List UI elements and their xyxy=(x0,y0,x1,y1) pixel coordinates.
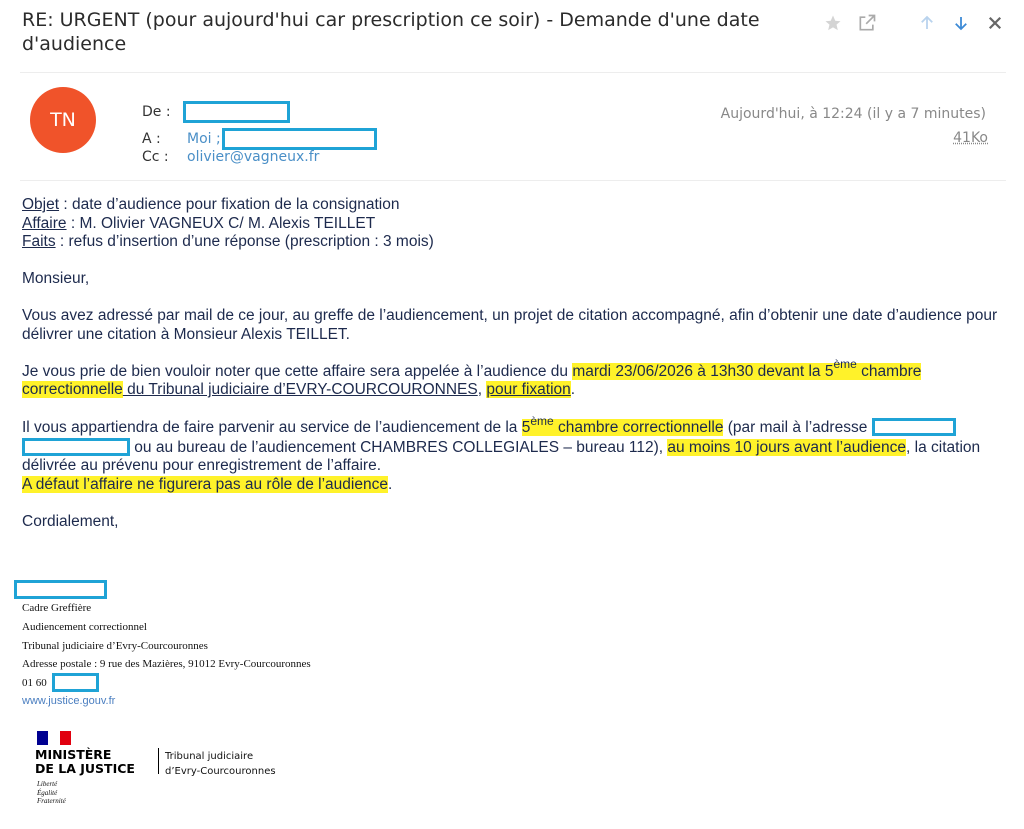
motto-egalite: Égalité xyxy=(37,788,58,797)
to-label: A : xyxy=(142,131,161,147)
p3-text-b: (par mail à l’adresse xyxy=(723,419,872,436)
redacted-recipient xyxy=(222,128,377,150)
greeting: Monsieur, xyxy=(22,270,90,287)
motto-liberte: Liberté xyxy=(37,780,58,788)
email-size[interactable]: 41Ko xyxy=(953,130,988,146)
paragraph-3: Il vous appartiendra de faire parvenir a… xyxy=(22,415,1007,476)
affaire-label: Affaire xyxy=(22,214,67,232)
redacted-sender xyxy=(183,101,290,123)
objet-line: Objet : date d’audience pour fixation de… xyxy=(22,196,1007,215)
header-divider xyxy=(20,72,1006,73)
p2-sup: ème xyxy=(833,357,857,372)
p3-text-a: Il vous appartiendra de faire parvenir a… xyxy=(22,419,522,436)
email-subject: RE: URGENT (pour aujourd'hui car prescri… xyxy=(22,9,760,55)
warning-highlight: A défaut l’affaire ne figurera pas au rô… xyxy=(22,475,388,493)
paragraph-2: Je vous prie de bien vouloir noter que c… xyxy=(22,358,1007,400)
faits-label: Faits xyxy=(22,233,56,250)
faits-text: : refus d’insertion d’une réponse (presc… xyxy=(55,233,434,250)
deadline-highlight: au moins 10 jours avant l’audience xyxy=(667,438,907,456)
redacted-signer-name xyxy=(14,580,107,599)
motto-fraternite: Fraternité xyxy=(37,797,66,805)
signature-role: Cadre Greffière xyxy=(22,602,92,614)
affaire-text: : M. Olivier VAGNEUX C/ M. Alexis TEILLE… xyxy=(66,214,376,232)
affaire-line: Affaire : M. Olivier VAGNEUX C/ M. Alexi… xyxy=(22,215,1007,234)
signature-service: Audiencement correctionnel xyxy=(22,621,147,633)
objet-label: Objet xyxy=(22,196,60,213)
signature-address: Adresse postale : 9 rue des Mazières, 91… xyxy=(22,658,311,670)
ministry-logo-text: MINISTÈRE DE LA JUSTICE xyxy=(35,748,135,776)
pour-fixation-highlight: pour fixation xyxy=(486,381,571,398)
p2-text-a: Je vous prie de bien vouloir noter que c… xyxy=(22,362,573,380)
p3-text-c: ou au bureau de l’audiencement CHAMBRES … xyxy=(130,438,668,456)
ministry-line-2: DE LA JUSTICE xyxy=(35,761,135,776)
redacted-phone xyxy=(52,673,99,692)
p2-hl1: mardi 23/06/2026 à 13h30 devant la 5 xyxy=(572,362,834,380)
sender-avatar: TN xyxy=(30,87,96,153)
star-icon[interactable] xyxy=(822,12,844,34)
ministry-line-1: MINISTÈRE xyxy=(35,747,112,762)
french-flag-icon xyxy=(37,730,71,745)
to-recipient-me[interactable]: Moi ; xyxy=(187,131,221,147)
logo-separator xyxy=(158,748,159,774)
arrow-down-icon[interactable] xyxy=(950,12,972,34)
logo-court-line-2: d’Evry-Courcouronnes xyxy=(165,766,276,777)
cc-label: Cc : xyxy=(142,149,169,165)
p4-end: . xyxy=(387,475,393,493)
email-date: Aujourd'hui, à 12:24 (il y a 7 minutes) xyxy=(720,106,986,122)
open-external-icon[interactable] xyxy=(856,12,878,34)
closing: Cordialement, xyxy=(22,512,119,530)
logo-court-name: Tribunal judiciaire d’Evry-Courcouronnes xyxy=(165,749,276,779)
redacted-email-address-1 xyxy=(871,418,956,436)
message-toolbar xyxy=(822,12,1006,34)
objet-text: : date d’audience pour fixation de la co… xyxy=(59,196,400,213)
p2-end: . xyxy=(570,381,576,398)
website-link[interactable]: www.justice.gouv.fr xyxy=(22,695,115,707)
email-body: Objet : date d’audience pour fixation de… xyxy=(22,196,1007,531)
paragraph-4: A défaut l’affaire ne figurera pas au rô… xyxy=(22,475,1007,495)
faits-line: Faits : refus d’insertion d’une réponse … xyxy=(22,233,1007,252)
redacted-email-address-2 xyxy=(22,437,130,456)
paragraph-1: Vous avez adressé par mail de ce jour, a… xyxy=(22,307,998,343)
arrow-up-icon[interactable] xyxy=(916,12,938,34)
body-divider xyxy=(20,180,1006,181)
signature-court: Tribunal judiciaire d’Evry-Courcouronnes xyxy=(22,640,208,652)
cc-recipient[interactable]: olivier@vagneux.fr xyxy=(187,149,319,165)
logo-court-line-1: Tribunal judiciaire xyxy=(165,751,254,762)
p3-sup: ème xyxy=(530,413,554,428)
chamber-highlight: 5ème chambre correctionnelle xyxy=(521,415,724,436)
close-icon[interactable] xyxy=(984,12,1006,34)
from-label: De : xyxy=(142,104,171,120)
signature-phone-prefix: 01 60 xyxy=(22,677,47,689)
p3-hl2: chambre correctionnelle xyxy=(553,419,724,436)
p2-court: du Tribunal judiciaire d’EVRY-COURCOURON… xyxy=(122,381,478,398)
republic-motto: Liberté Égalité Fraternité xyxy=(37,780,66,806)
